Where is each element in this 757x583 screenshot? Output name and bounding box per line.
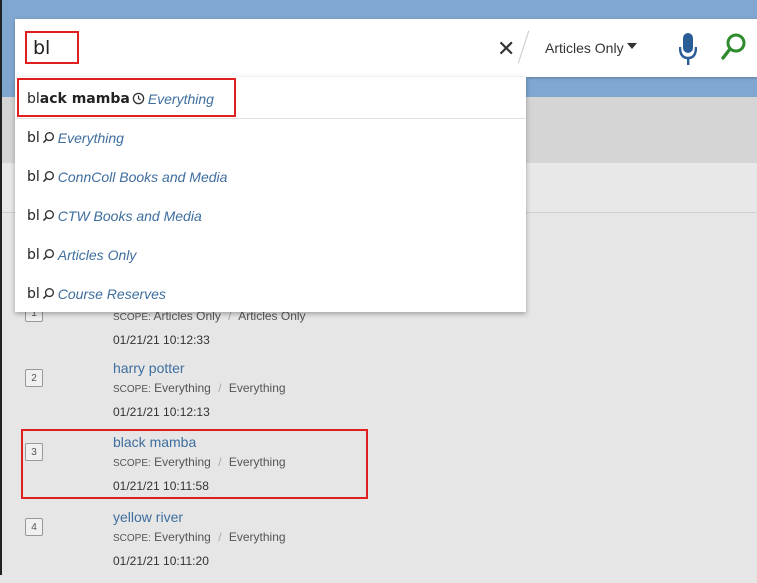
caret-down-icon[interactable] (627, 43, 637, 49)
search-icon (42, 131, 54, 144)
history-scope: SCOPE: Everything / Everything (113, 381, 286, 395)
highlight-box-suggestion (17, 78, 236, 117)
history-timestamp: 01/21/21 10:12:13 (113, 405, 210, 419)
search-icon (42, 170, 54, 183)
search-divider (517, 30, 530, 64)
suggestion-conncoll-books[interactable]: bl ConnColl Books and Media (15, 157, 526, 196)
microphone-icon[interactable] (679, 32, 697, 66)
highlight-box-history-3 (21, 429, 368, 499)
suggestion-ctw-books[interactable]: bl CTW Books and Media (15, 196, 526, 235)
history-title-link[interactable]: yellow river (113, 509, 183, 525)
search-icon (42, 248, 54, 261)
search-icon (42, 209, 54, 222)
history-index-badge: 2 (25, 369, 43, 387)
search-icon[interactable] (721, 33, 747, 61)
history-item-2[interactable]: 2 harry potter SCOPE: Everything / Every… (0, 359, 757, 434)
suggestion-course-reserves[interactable]: bl Course Reserves (15, 274, 526, 313)
search-icon (42, 287, 54, 300)
search-bar: bl ✕ Articles Only (15, 19, 757, 77)
clear-icon[interactable]: ✕ (497, 36, 515, 62)
suggestion-articles-only[interactable]: bl Articles Only (15, 235, 526, 274)
search-input[interactable]: bl (33, 37, 50, 59)
history-timestamp: 01/21/21 10:11:20 (113, 554, 209, 568)
history-title-link[interactable]: harry potter (113, 360, 185, 376)
autocomplete-dropdown: bl ack mamba Everything bl Everything bl … (15, 77, 526, 312)
history-scope: SCOPE: Everything / Everything (113, 530, 286, 544)
history-item-4[interactable]: 4 yellow river SCOPE: Everything / Every… (0, 508, 757, 583)
scope-select[interactable]: Articles Only (545, 40, 624, 56)
suggestion-everything[interactable]: bl Everything (15, 118, 526, 157)
history-index-badge: 4 (25, 518, 43, 536)
history-timestamp: 01/21/21 10:12:33 (113, 333, 210, 347)
